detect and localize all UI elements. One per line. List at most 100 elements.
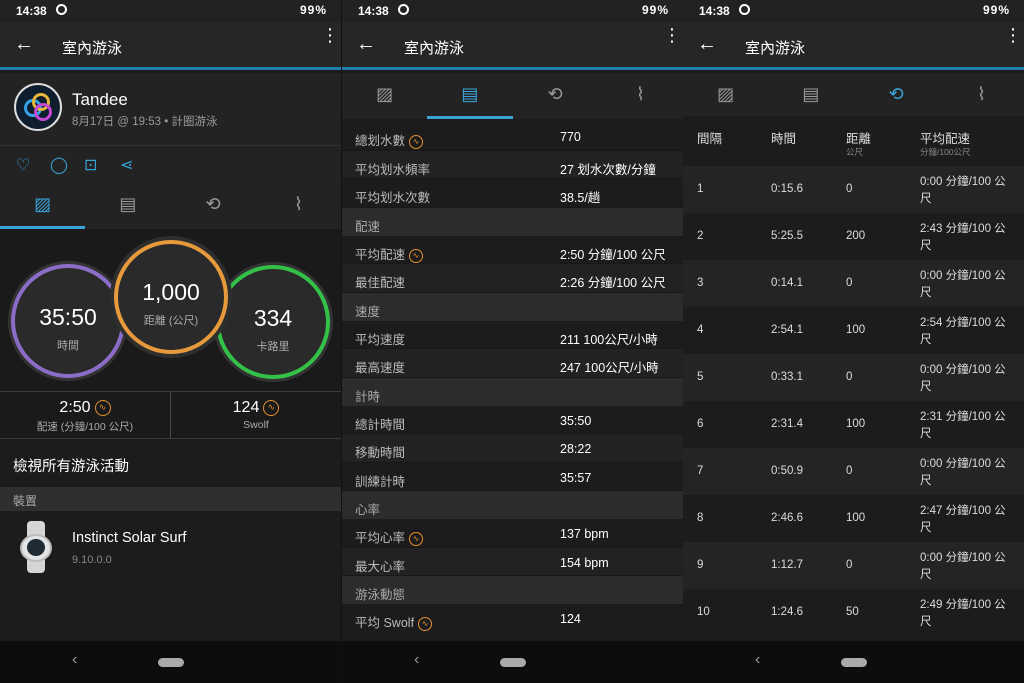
lap-number: 7 xyxy=(697,465,704,477)
pace-value: 2:50 xyxy=(59,399,91,416)
lap-number: 10 xyxy=(697,606,710,618)
time-label: 時間 xyxy=(57,340,79,352)
summary-screen: 14:38 99% ← 室內游泳 ⋮ Tandee 8月17日 @ 19:53 … xyxy=(0,0,341,683)
row-key: 平均配速 xyxy=(355,247,406,262)
view-all-swims-link[interactable]: 檢視所有游泳活動 xyxy=(0,439,341,487)
back-arrow-icon[interactable]: ← xyxy=(697,33,717,56)
distance-label: 距離 (公尺) xyxy=(143,315,199,327)
lap-pace: 2:54 分鐘/100 公尺 xyxy=(920,317,1006,346)
laps-screen: 14:38 99% ← 室內游泳 ⋮ ▨ ▤ ⟲ ⌇ 間隔 時間 距離 公尺 平… xyxy=(683,0,1024,683)
lap-number: 5 xyxy=(697,371,704,383)
tab-laps-icon[interactable]: ⟲ xyxy=(171,183,256,229)
tab-charts-icon[interactable]: ⌇ xyxy=(256,183,341,229)
lap-time: 1:12.7 xyxy=(771,559,803,571)
system-nav-bar: ‹ xyxy=(683,641,1024,683)
tab-laps-icon[interactable]: ⟲ xyxy=(853,73,939,119)
lap-number: 8 xyxy=(697,512,704,524)
avatar[interactable] xyxy=(14,83,62,131)
app-bar: ← 室內游泳 ⋮ xyxy=(0,22,341,70)
table-row[interactable]: 10 1:24.6 50 2:49 分鐘/100 公尺 xyxy=(683,589,1024,636)
tab-charts-icon[interactable]: ⌇ xyxy=(598,73,683,119)
table-row[interactable]: 3 0:14.1 0 0:00 分鐘/100 公尺 xyxy=(683,260,1024,307)
like-heart-icon[interactable]: ♡ xyxy=(16,155,30,175)
row-value: 124 xyxy=(560,612,581,626)
device-name: Instinct Solar Surf xyxy=(72,530,187,546)
table-row[interactable]: 5 0:33.1 0 0:00 分鐘/100 公尺 xyxy=(683,354,1024,401)
details-row: 移動時間 28:22 xyxy=(342,434,683,463)
lap-pace: 0:00 分鐘/100 公尺 xyxy=(920,364,1006,393)
lap-number: 1 xyxy=(697,183,704,195)
camera-icon[interactable]: ⊡ xyxy=(84,155,97,175)
lap-pace: 0:00 分鐘/100 公尺 xyxy=(920,458,1006,487)
notification-icon xyxy=(739,4,750,15)
share-icon[interactable]: ⋖ xyxy=(120,155,133,175)
details-row: 平均划水頻率 27 划水次數/分鐘 xyxy=(342,150,683,179)
row-key: 平均划水次數 xyxy=(355,191,431,205)
laps-table-header: 間隔 時間 距離 公尺 平均配速 分鐘/100公尺 xyxy=(683,116,1024,164)
app-bar: ← 室內游泳 ⋮ xyxy=(342,22,683,70)
tab-details-icon[interactable]: ▤ xyxy=(85,183,170,229)
row-key: 移動時間 xyxy=(355,446,406,460)
overflow-menu-icon[interactable]: ⋮ xyxy=(1004,26,1022,44)
table-row[interactable]: 2 5:25.5 200 2:43 分鐘/100 公尺 xyxy=(683,213,1024,260)
tab-details-icon[interactable]: ▤ xyxy=(427,73,513,119)
nav-home-pill[interactable] xyxy=(500,658,526,667)
table-row[interactable]: 1 0:15.6 0 0:00 分鐘/100 公尺 xyxy=(683,166,1024,213)
nav-back-icon[interactable]: ‹ xyxy=(414,651,419,669)
pace-stat[interactable]: 2:50 ∿ 配速 (分鐘/100 公尺) xyxy=(0,392,170,438)
tab-summary-icon[interactable]: ▨ xyxy=(683,73,768,119)
user-name[interactable]: Tandee xyxy=(72,90,128,110)
tab-charts-icon[interactable]: ⌇ xyxy=(939,73,1024,119)
row-value: 2:26 分鐘/100 公尺 xyxy=(560,276,666,290)
page-title: 室內游泳 xyxy=(62,40,123,57)
table-row[interactable]: 4 2:54.1 100 2:54 分鐘/100 公尺 xyxy=(683,307,1024,354)
tab-laps-icon[interactable]: ⟲ xyxy=(513,73,598,119)
view-all-label: 檢視所有游泳活動 xyxy=(13,459,129,475)
table-row[interactable]: 7 0:50.9 0 0:00 分鐘/100 公尺 xyxy=(683,448,1024,495)
overflow-menu-icon[interactable]: ⋮ xyxy=(321,26,339,44)
lap-distance: 100 xyxy=(846,418,866,430)
col-distance: 距離 xyxy=(846,132,872,146)
table-row[interactable]: 8 2:46.6 100 2:47 分鐘/100 公尺 xyxy=(683,495,1024,542)
alert-wave-icon: ∿ xyxy=(409,248,424,263)
comment-icon[interactable]: ◯ xyxy=(50,155,68,175)
pace-alert-icon: ∿ xyxy=(94,400,111,416)
swolf-label: Swolf xyxy=(243,419,269,431)
tab-details-icon[interactable]: ▤ xyxy=(768,73,853,119)
summary-rings: 35:50 時間 1,000 距離 (公尺) 334 卡路里 xyxy=(0,229,341,391)
detail-tabs: ▨ ▤ ⟲ ⌇ xyxy=(0,183,341,229)
swolf-alert-icon: ∿ xyxy=(263,400,280,416)
nav-home-pill[interactable] xyxy=(158,658,184,667)
tab-summary-icon[interactable]: ▨ xyxy=(0,183,86,229)
lap-distance: 0 xyxy=(846,465,853,477)
section-label: 游泳動態 xyxy=(355,588,406,602)
lap-distance: 0 xyxy=(846,277,853,289)
row-value: 154 bpm xyxy=(560,555,609,570)
details-section-header: 游泳動態 xyxy=(342,576,683,604)
time-value: 35:50 xyxy=(39,304,97,330)
lap-time: 5:25.5 xyxy=(771,230,803,242)
swolf-stat[interactable]: 124 ∿ Swolf xyxy=(171,392,341,438)
nav-back-icon[interactable]: ‹ xyxy=(72,651,77,669)
table-row[interactable]: 6 2:31.4 100 2:31 分鐘/100 公尺 xyxy=(683,401,1024,448)
time-ring[interactable]: 35:50 時間 xyxy=(11,264,125,378)
distance-ring[interactable]: 1,000 距離 (公尺) xyxy=(114,240,228,354)
lap-distance: 50 xyxy=(846,606,859,618)
nav-home-pill[interactable] xyxy=(841,658,867,667)
nav-back-icon[interactable]: ‹ xyxy=(755,651,760,669)
details-row: 平均划水次數 38.5/趟 xyxy=(342,179,683,208)
tab-summary-icon[interactable]: ▨ xyxy=(342,73,427,119)
overflow-menu-icon[interactable]: ⋮ xyxy=(663,26,681,44)
device-item[interactable]: Instinct Solar Surf 9.10.0.0 xyxy=(0,511,341,581)
ring-logo-purple xyxy=(34,103,52,121)
back-arrow-icon[interactable]: ← xyxy=(356,33,376,56)
row-key: 平均划水頻率 xyxy=(355,162,431,177)
calories-ring[interactable]: 334 卡路里 xyxy=(216,265,330,379)
calories-label: 卡路里 xyxy=(256,341,290,353)
table-row[interactable]: 9 1:12.7 0 0:00 分鐘/100 公尺 xyxy=(683,542,1024,589)
detail-tabs: ▨ ▤ ⟲ ⌇ xyxy=(683,73,1024,119)
back-arrow-icon[interactable]: ← xyxy=(14,33,34,56)
lap-number: 4 xyxy=(697,324,704,336)
details-row: 平均 Swolf ∿ 124 xyxy=(342,604,683,633)
lap-pace: 2:43 分鐘/100 公尺 xyxy=(920,223,1006,252)
